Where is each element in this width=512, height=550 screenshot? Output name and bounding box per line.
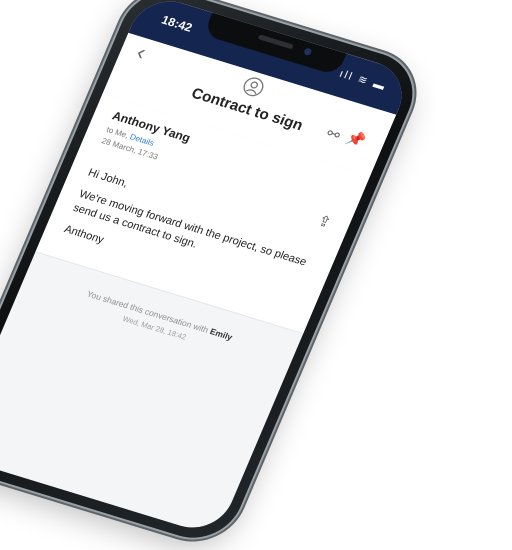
add-person-icon[interactable]	[239, 73, 269, 100]
share-icon[interactable]: ⇪	[315, 211, 334, 231]
back-icon[interactable]: ‹	[133, 39, 150, 65]
speaker	[257, 34, 294, 50]
status-time: 18:42	[159, 12, 195, 35]
status-icons: ıll ≋ ▬	[337, 67, 389, 94]
camera	[303, 47, 313, 56]
phone: 18:42 ıll ≋ ▬ ‹ Contract to sign ⚯ 📌 Ant…	[0, 0, 427, 550]
screen: 18:42 ıll ≋ ▬ ‹ Contract to sign ⚯ 📌 Ant…	[0, 0, 414, 537]
shared-name: Emily	[208, 326, 235, 343]
